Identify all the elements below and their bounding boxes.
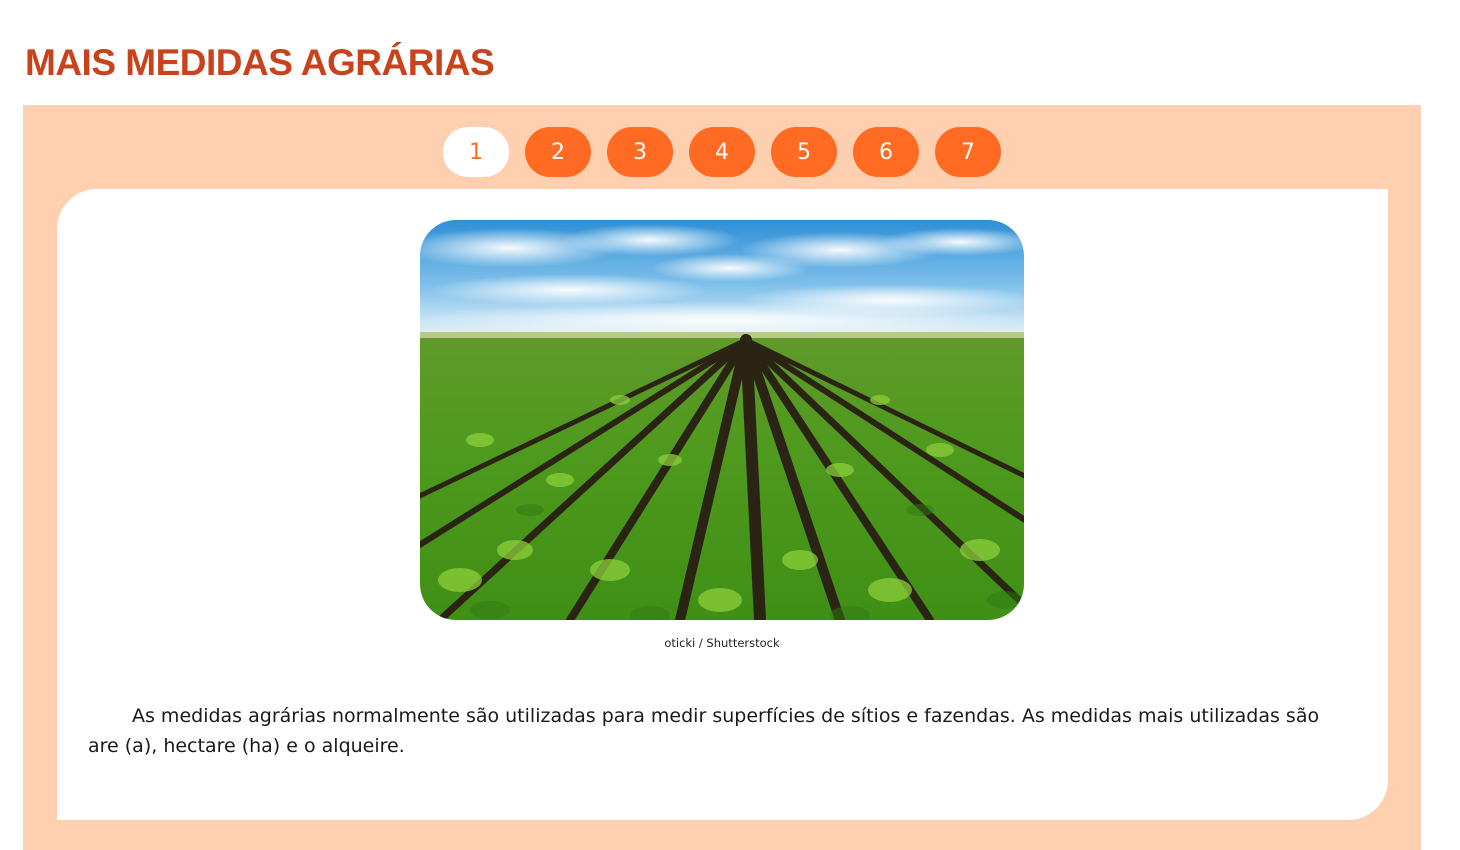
page-button-2[interactable]: 2 xyxy=(525,127,591,177)
pagination: 1 2 3 4 5 6 7 xyxy=(443,127,1001,177)
page-button-5[interactable]: 5 xyxy=(771,127,837,177)
image-credit: oticki / Shutterstock xyxy=(664,636,780,650)
page-button-6[interactable]: 6 xyxy=(853,127,919,177)
page-button-1[interactable]: 1 xyxy=(443,127,509,177)
intro-paragraph: As medidas agrárias normalmente são util… xyxy=(88,705,1320,757)
crop-field-photo xyxy=(420,220,1024,620)
page-button-3[interactable]: 3 xyxy=(607,127,673,177)
content-panel: 1 2 3 4 5 6 7 oticki / Shutterstock As m… xyxy=(23,105,1421,850)
page-button-7[interactable]: 7 xyxy=(935,127,1001,177)
page-button-4[interactable]: 4 xyxy=(689,127,755,177)
content-card: oticki / Shutterstock As medidas agrária… xyxy=(57,189,1388,820)
page-title: MAIS MEDIDAS AGRÁRIAS xyxy=(25,42,495,83)
page: MAIS MEDIDAS AGRÁRIAS 1 2 3 4 5 6 7 otic… xyxy=(0,0,1460,850)
